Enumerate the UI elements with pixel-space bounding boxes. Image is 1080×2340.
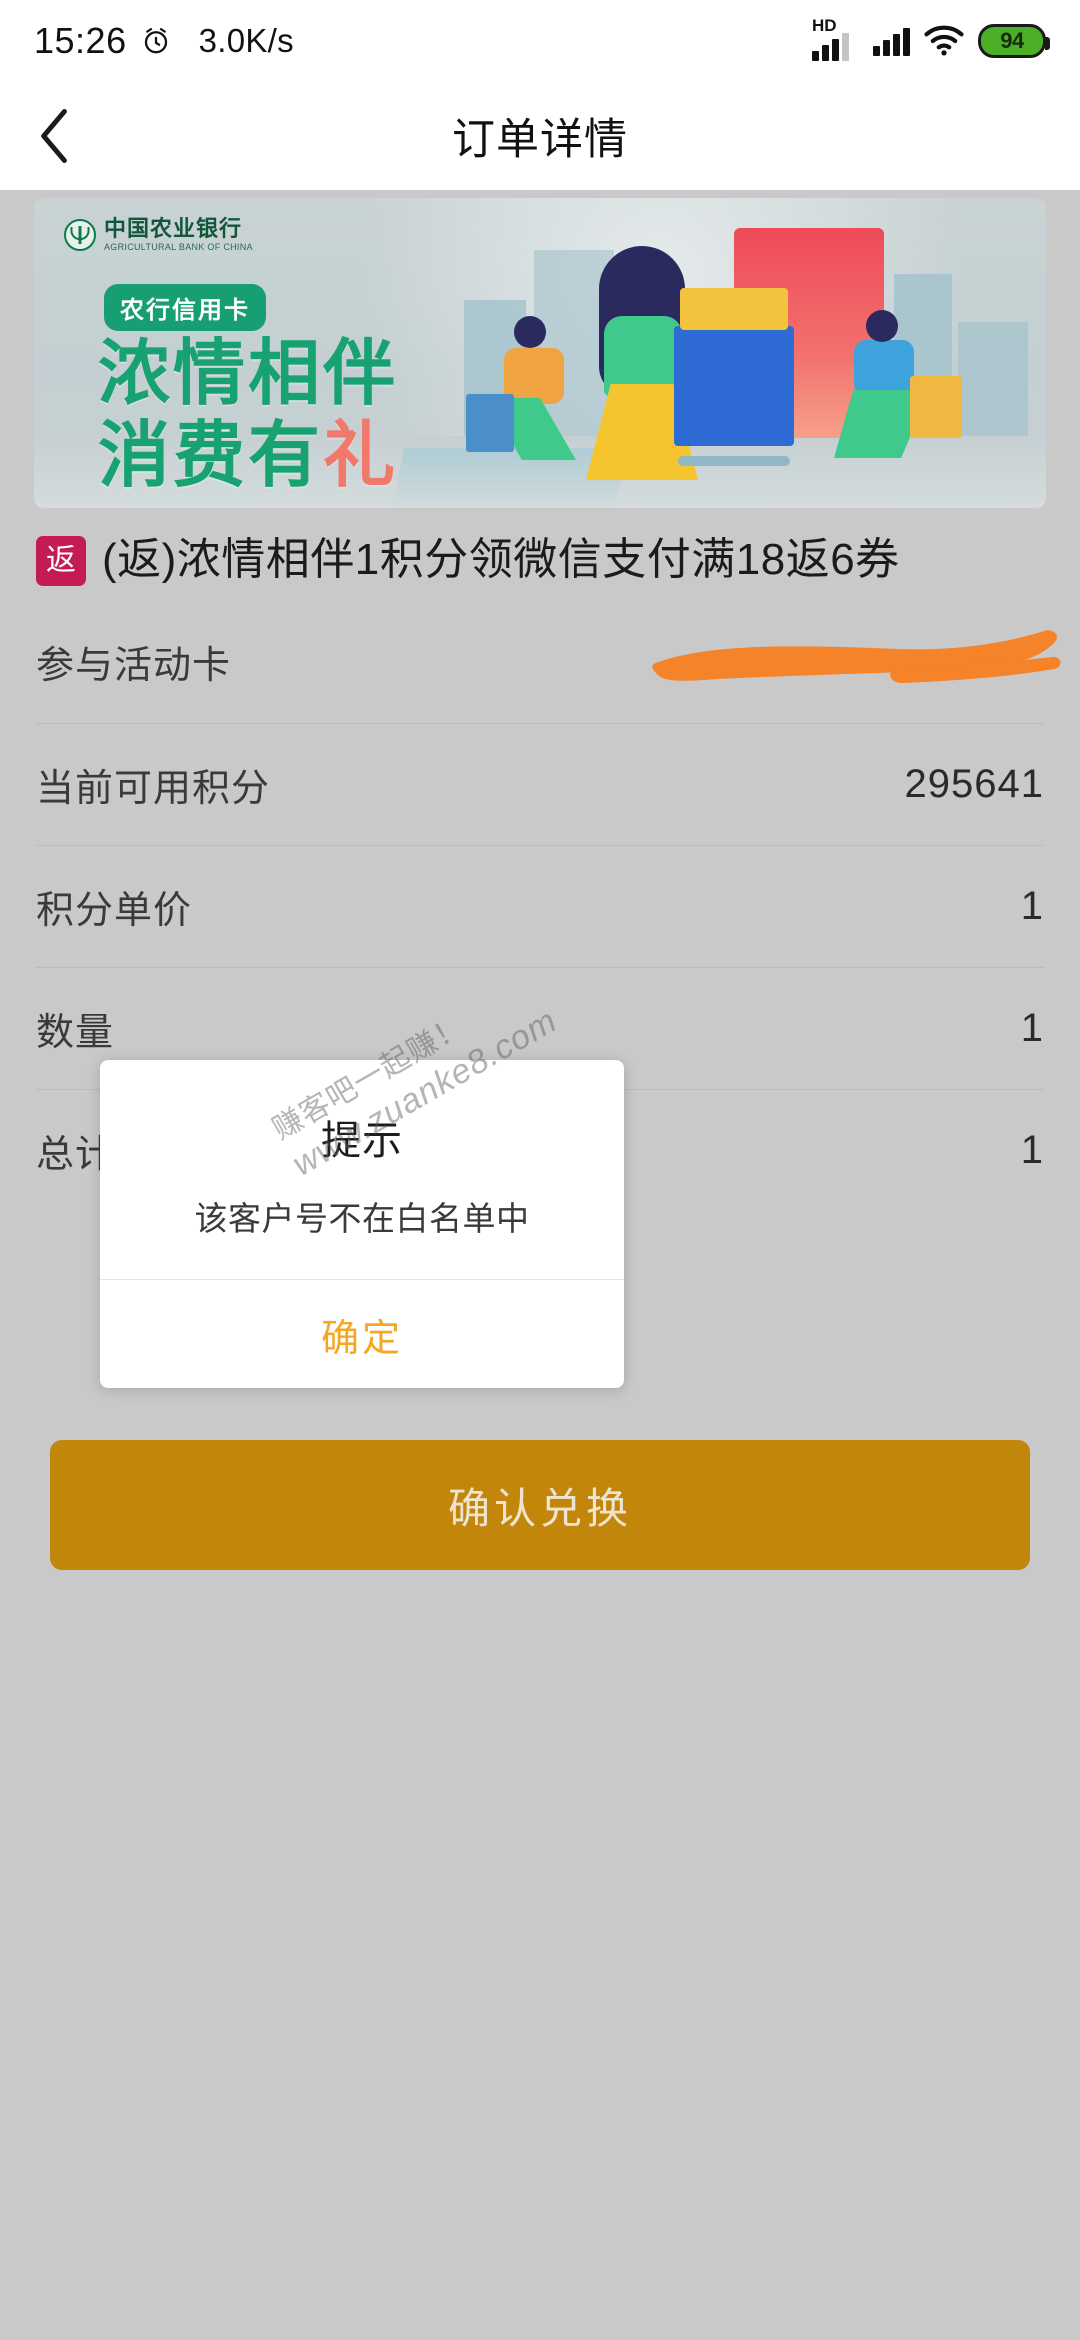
banner-tag: 农行信用卡: [104, 284, 266, 331]
row-value: 1: [1020, 1005, 1044, 1050]
battery-level-text: 94: [1000, 28, 1024, 53]
runner-right-head: [866, 310, 898, 342]
row-label: 当前可用积分: [36, 767, 271, 810]
banner-headline-2-accent: 礼: [323, 416, 399, 496]
phone-screen: 15:26 3.0K/s HD 94 订单详情 中国农业银行 AGRICULTU…: [0, 0, 1080, 2340]
table-row: 当前可用积分 295641: [36, 722, 1044, 845]
table-row: 积分单价 1: [36, 844, 1044, 967]
nav-bar: 订单详情: [0, 82, 1080, 190]
return-badge: 返: [36, 536, 86, 586]
hd-signal-icon: HD: [812, 17, 860, 61]
dialog-message: 该客户号不在白名单中: [194, 1200, 530, 1237]
network-speed-text: 3.0K/s: [198, 22, 294, 59]
alarm-icon: [141, 26, 171, 56]
bank-logo: 中国农业银行 AGRICULTURAL BANK OF CHINA: [64, 218, 253, 252]
shopping-bag-icon: [466, 394, 514, 452]
banner-headline-2: 消费有礼: [98, 420, 398, 492]
row-label: 参与活动卡: [36, 645, 232, 688]
banner-headline-1: 浓情相伴: [98, 334, 399, 414]
redaction-mark-icon: [648, 623, 1068, 701]
signal-icon: [873, 26, 910, 56]
runner-left-head: [514, 316, 546, 348]
bank-name-cn: 中国农业银行: [104, 216, 243, 241]
dialog-title: 提示: [321, 1119, 403, 1163]
status-bar: 15:26 3.0K/s HD 94: [0, 0, 1080, 82]
shopping-cart-icon: [674, 288, 794, 466]
product-name: (返)浓情相伴1积分领微信支付满18返6券: [102, 535, 900, 584]
row-label: 积分单价: [36, 889, 193, 932]
row-value: 1: [1020, 1127, 1044, 1172]
abc-logo-icon: [64, 219, 96, 251]
dialog-body: 提示 该客户号不在白名单中: [100, 1060, 624, 1279]
confirm-exchange-button[interactable]: 确认兑换: [50, 1440, 1030, 1570]
clock-text: 15:26: [34, 20, 127, 61]
cta-area: 确认兑换: [0, 1390, 1080, 1570]
bank-name-en: AGRICULTURAL BANK OF CHINA: [104, 242, 253, 252]
banner-headline-2-main: 消费有: [98, 416, 324, 496]
building-shape: [958, 322, 1028, 450]
battery-icon: 94: [978, 24, 1050, 58]
status-bar-right: HD 94: [812, 17, 1050, 61]
promo-banner[interactable]: ¥ 中国农业银行 AGRICULTURAL BANK OF CHI: [34, 198, 1046, 508]
status-bar-left: 15:26 3.0K/s: [34, 20, 294, 62]
row-label: 数量: [36, 1011, 115, 1054]
row-value: 1: [1020, 883, 1044, 928]
product-title-row: 返 (返)浓情相伴1积分领微信支付满18返6券: [0, 508, 1080, 601]
page-title: 订单详情: [452, 116, 628, 164]
dialog-confirm-button[interactable]: 确定: [100, 1280, 624, 1388]
alert-dialog: 提示 该客户号不在白名单中 确定: [100, 1060, 624, 1388]
shopping-bag-icon: [910, 376, 962, 438]
table-row: 参与活动卡: [36, 601, 1061, 723]
row-value: 295641: [904, 761, 1044, 806]
runner-right: [854, 340, 914, 396]
wifi-icon: [923, 25, 965, 57]
